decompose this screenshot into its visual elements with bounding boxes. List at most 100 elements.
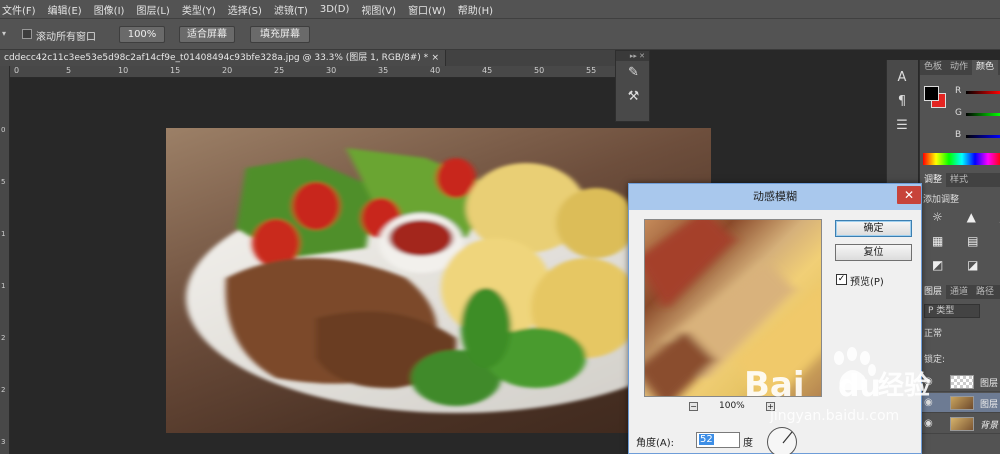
ok-button[interactable]: 确定 — [835, 220, 912, 237]
menu-type[interactable]: 类型(Y) — [182, 2, 216, 17]
tab-paths[interactable]: 路径 — [972, 285, 998, 299]
tool-preset-dropdown-icon[interactable]: ▾ — [2, 29, 12, 39]
color-spectrum-bar[interactable] — [923, 153, 1000, 165]
scroll-all-windows-label: 滚动所有窗口 — [36, 32, 96, 43]
zoom-100-button[interactable]: 100% — [119, 26, 165, 43]
layer-name: 背景 — [980, 421, 999, 431]
adjust-panel-tabs: 调整 样式 — [920, 173, 1000, 187]
watermark-graphic: Bai du 经验 jingyan.baidu.com — [744, 347, 930, 424]
blue-slider[interactable] — [966, 135, 1000, 138]
angle-unit-label: 度 — [743, 438, 753, 449]
red-channel-label: R — [955, 86, 962, 96]
dialog-title: 动感模糊 — [629, 184, 921, 210]
angle-label: 角度(A): — [636, 438, 675, 449]
tab-color[interactable]: 颜色 — [972, 60, 999, 75]
color-panel-tabs: 色板 动作 颜色 — [920, 60, 1000, 75]
layer-thumbnail — [950, 417, 974, 431]
ruler-h-tick: 15 — [170, 66, 181, 75]
scroll-all-windows-checkbox[interactable] — [22, 29, 32, 39]
ruler-v-tick: 2 — [1, 386, 6, 394]
menu-select[interactable]: 选择(S) — [228, 2, 262, 17]
angle-value: 52 — [699, 434, 714, 445]
menu-view[interactable]: 视图(V) — [361, 2, 396, 17]
tab-actions[interactable]: 动作 — [946, 60, 972, 75]
preview-zoom-value: 100% — [719, 401, 745, 411]
menu-bar: 文件(F) 编辑(E) 图像(I) 图层(L) 类型(Y) 选择(S) 滤镜(T… — [0, 0, 1000, 18]
dialog-close-button[interactable]: ✕ — [897, 186, 921, 204]
menu-image[interactable]: 图像(I) — [94, 2, 125, 17]
adjustment-icons-row-2[interactable]: ▦ ▤ ◐ — [932, 234, 1000, 248]
menu-file[interactable]: 文件(F) — [2, 2, 36, 17]
menu-3d[interactable]: 3D(D) — [320, 4, 350, 15]
green-slider[interactable] — [966, 113, 1000, 116]
ruler-v-tick: 1 — [1, 282, 6, 290]
adjustment-icons-row-3[interactable]: ◩ ◪ ▥ — [932, 258, 1000, 272]
adjustment-icons-row-1[interactable]: ☼ ▲ ▲ — [932, 210, 1000, 224]
panel-collapse-controls[interactable]: ▸▸ ✕ — [616, 51, 649, 61]
ruler-h-tick: 40 — [430, 66, 441, 75]
ruler-v-tick: 2 — [1, 334, 6, 342]
menu-edit[interactable]: 编辑(E) — [48, 2, 82, 17]
zoom-out-button[interactable]: − — [689, 402, 698, 411]
tab-adjustments[interactable]: 调整 — [920, 173, 947, 187]
tab-swatches[interactable]: 色板 — [920, 60, 946, 75]
angle-dial[interactable] — [767, 427, 797, 454]
ruler-v-tick: 5 — [1, 178, 6, 186]
document-close-icon[interactable]: × — [431, 50, 439, 66]
properties-panel-icon[interactable]: ☰ — [887, 114, 917, 138]
ruler-h-tick: 35 — [378, 66, 389, 75]
watermark-brand: Bai — [744, 365, 805, 405]
horizontal-ruler: 0 5 10 15 20 25 30 35 40 45 50 55 — [10, 66, 615, 78]
menu-help[interactable]: 帮助(H) — [458, 2, 493, 17]
tab-styles[interactable]: 样式 — [946, 173, 972, 187]
options-bar: ▾ 滚动所有窗口 100% 适合屏幕 填充屏幕 — [0, 18, 1000, 50]
layer-name: 图层 2 — [980, 379, 1000, 389]
watermark-brand-2: du — [838, 369, 881, 404]
vertical-ruler: 0 5 1 1 2 2 3 — [0, 66, 10, 454]
fit-screen-button[interactable]: 适合屏幕 — [179, 26, 235, 43]
ruler-h-tick: 0 — [14, 66, 20, 75]
ruler-v-tick: 1 — [1, 230, 6, 238]
foreground-color-swatch[interactable] — [924, 86, 939, 101]
ruler-h-tick: 20 — [222, 66, 233, 75]
tool-preset-icon[interactable]: ⚒ — [616, 85, 651, 109]
red-slider[interactable] — [966, 91, 1000, 94]
watermark-text: 经验 — [878, 370, 930, 401]
character-panel-icon[interactable]: A — [887, 66, 917, 90]
layer-kind-filter[interactable]: P 类型 — [924, 304, 980, 318]
paragraph-panel-icon[interactable]: ¶ — [887, 90, 917, 114]
ruler-v-tick: 3 — [1, 438, 6, 446]
reset-button[interactable]: 复位 — [835, 244, 912, 261]
ruler-h-tick: 45 — [482, 66, 493, 75]
angle-dial-line-icon — [782, 431, 793, 444]
layer-thumbnail — [950, 375, 974, 389]
ruler-h-tick: 55 — [586, 66, 597, 75]
preview-checkbox[interactable]: ✓ — [836, 274, 847, 285]
watermark-url: jingyan.baidu.com — [769, 408, 899, 424]
layer-name: 图层 1 — [980, 400, 1000, 410]
ruler-v-tick: 0 — [1, 126, 6, 134]
angle-input[interactable]: 52 — [696, 432, 740, 448]
menu-filter[interactable]: 滤镜(T) — [274, 2, 308, 17]
preview-checkbox-label: 预览(P) — [850, 277, 884, 288]
tab-channels[interactable]: 通道 — [946, 285, 972, 299]
fill-screen-button[interactable]: 填充屏幕 — [250, 26, 310, 43]
layer-thumbnail — [950, 396, 974, 410]
document-tab[interactable]: cddecc42c11c3ee53e5d98c2af14cf9e_t014084… — [0, 50, 446, 66]
ruler-h-tick: 50 — [534, 66, 545, 75]
brush-preset-icon[interactable]: ✎ — [616, 61, 651, 85]
blue-channel-label: B — [955, 130, 962, 140]
document-title: cddecc42c11c3ee53e5d98c2af14cf9e_t014084… — [4, 53, 429, 63]
menu-window[interactable]: 窗口(W) — [408, 2, 446, 17]
menu-layer[interactable]: 图层(L) — [136, 2, 169, 17]
ruler-h-tick: 30 — [326, 66, 337, 75]
baidu-jingyan-watermark: Bai du 经验 jingyan.baidu.com — [744, 340, 934, 430]
add-adjustment-label: 添加调整 — [923, 195, 960, 205]
collapsed-tools-panel: ▸▸ ✕ ✎ ⚒ — [615, 50, 650, 122]
ruler-h-tick: 5 — [66, 66, 72, 75]
ruler-h-tick: 10 — [118, 66, 129, 75]
green-channel-label: G — [955, 108, 962, 118]
document-tab-bar: cddecc42c11c3ee53e5d98c2af14cf9e_t014084… — [0, 50, 615, 66]
blend-mode-select[interactable]: 正常 — [924, 326, 942, 339]
tab-layers[interactable]: 图层 — [920, 285, 947, 299]
